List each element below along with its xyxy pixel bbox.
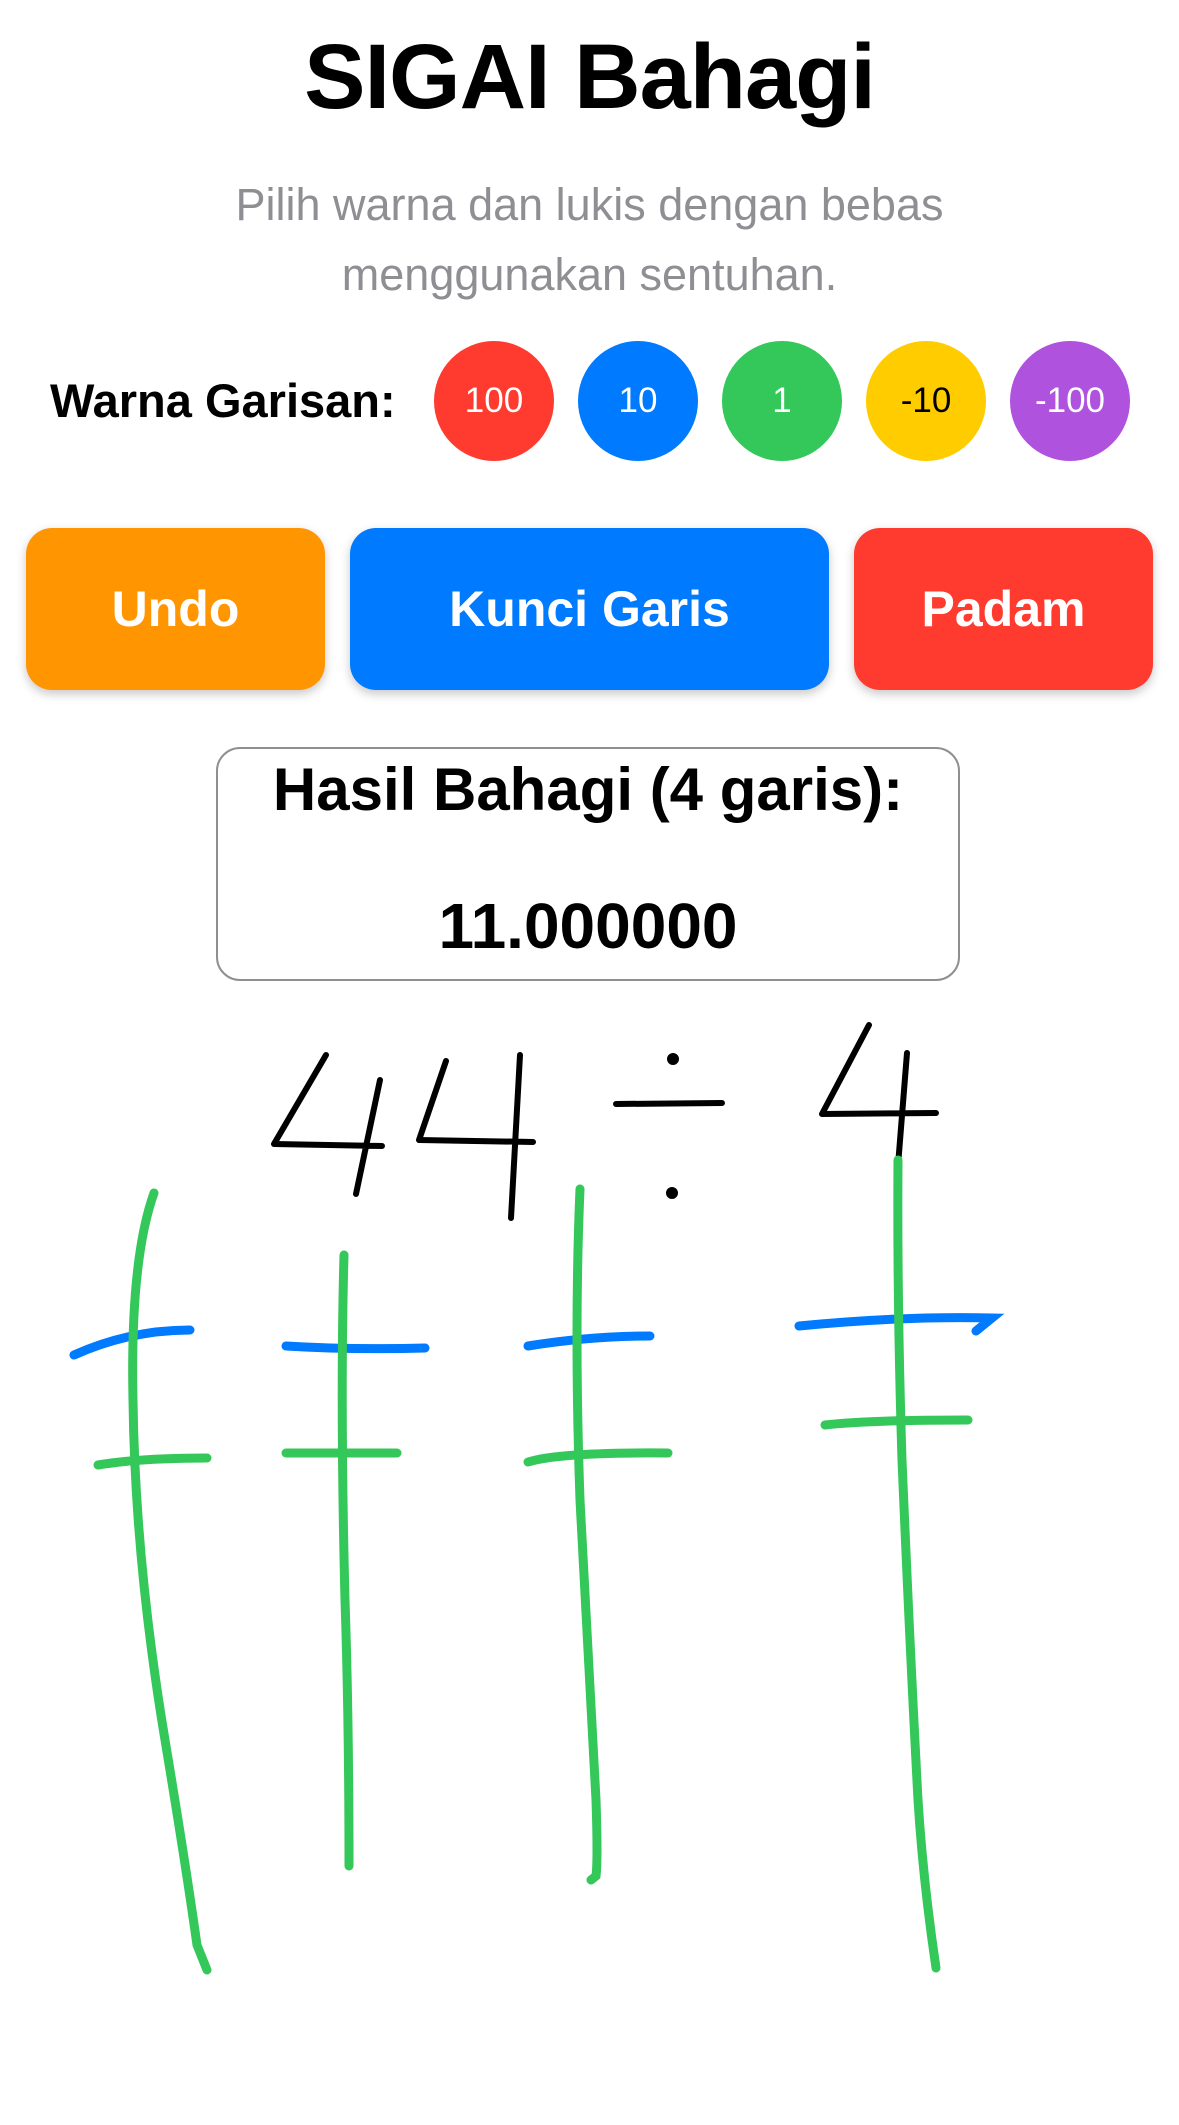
result-heading: Hasil Bahagi (4 garis): bbox=[272, 756, 904, 823]
color-picker: Warna Garisan: 100 10 1 -10 -100 bbox=[0, 340, 1179, 462]
undo-button[interactable]: Undo bbox=[26, 528, 325, 690]
swatch-minus-10[interactable]: -10 bbox=[866, 341, 986, 461]
lock-lines-button[interactable]: Kunci Garis bbox=[350, 528, 829, 690]
ones-vertical-1 bbox=[128, 1188, 212, 1975]
clear-button[interactable]: Padam bbox=[854, 528, 1153, 690]
swatch-10[interactable]: 10 bbox=[578, 341, 698, 461]
handwriting-44-div-4 bbox=[271, 1022, 939, 1221]
tens-stroke-group-2 bbox=[281, 1341, 430, 1354]
page-title: SIGAI Bahagi bbox=[304, 26, 876, 128]
result-value: 11.000000 bbox=[438, 890, 738, 962]
swatch-minus-100[interactable]: -100 bbox=[1010, 341, 1130, 461]
page-subtitle: Pilih warna dan lukis dengan bebas mengg… bbox=[235, 179, 944, 300]
digit-4-second bbox=[416, 1052, 536, 1221]
ones-vertical-3 bbox=[572, 1184, 602, 1885]
division-bar bbox=[613, 1100, 725, 1107]
division-dot-bottom bbox=[666, 1187, 678, 1199]
drawing-canvas[interactable] bbox=[0, 1000, 1179, 2125]
ones-horizontal-4a bbox=[820, 1415, 973, 1430]
tens-stroke-group-3 bbox=[523, 1331, 655, 1351]
ones-strokes bbox=[93, 1155, 973, 1975]
tens-strokes bbox=[69, 1313, 1005, 1360]
swatch-100[interactable]: 100 bbox=[434, 341, 554, 461]
digit-4-third bbox=[819, 1022, 939, 1181]
result-panel: Hasil Bahagi (4 garis): 11.000000 bbox=[216, 747, 960, 981]
color-picker-label: Warna Garisan: bbox=[50, 374, 396, 427]
ones-horizontal-3a bbox=[523, 1448, 673, 1467]
ones-vertical-4 bbox=[893, 1155, 941, 1973]
swatch-1[interactable]: 1 bbox=[722, 341, 842, 461]
digit-4-first bbox=[271, 1052, 385, 1197]
ones-horizontal-1a bbox=[93, 1453, 212, 1470]
division-dot-top bbox=[667, 1053, 679, 1065]
